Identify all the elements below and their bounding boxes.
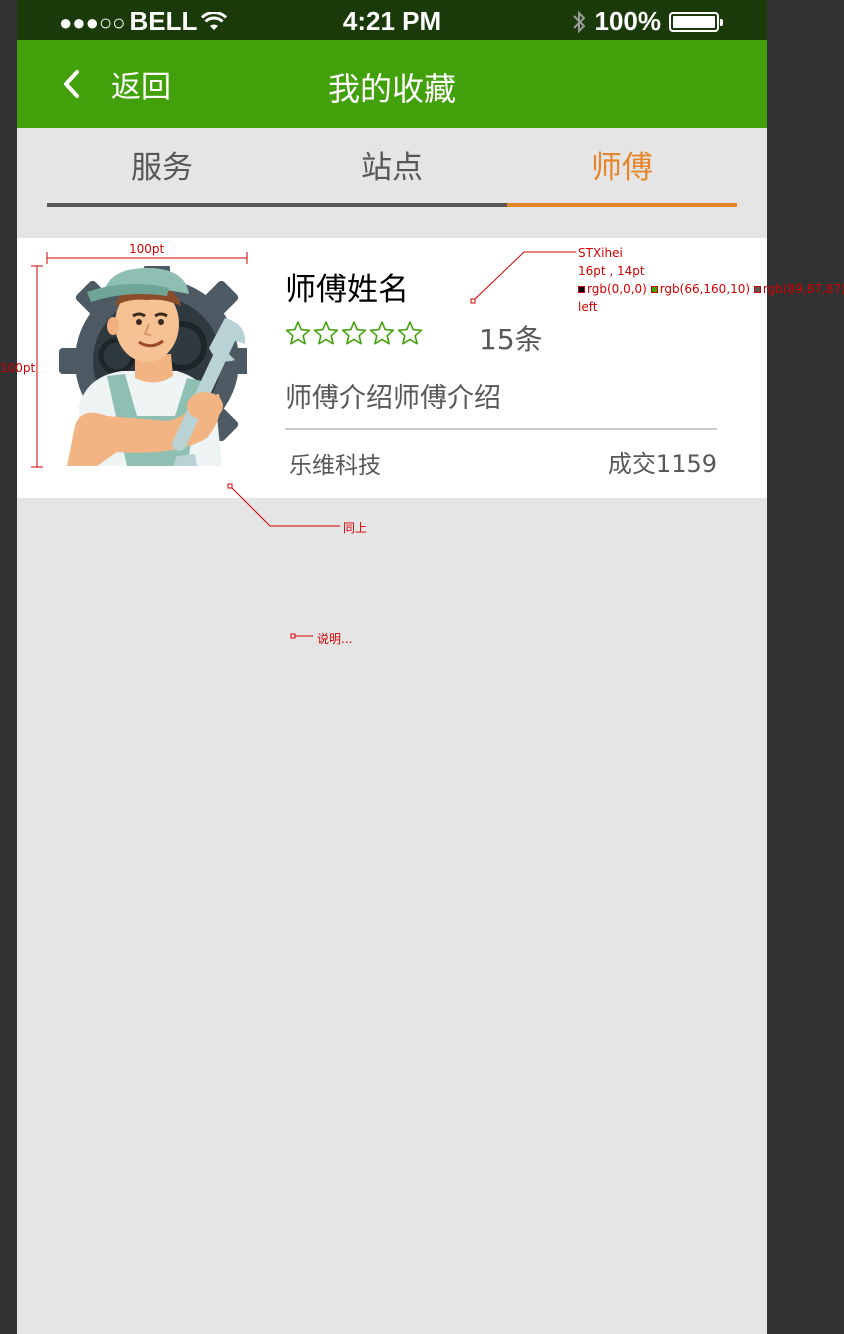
bluetooth-icon: [572, 10, 585, 33]
tab-underline: [47, 203, 507, 207]
font-annotation: STXihei: [578, 246, 623, 260]
company-name: 乐维科技: [289, 453, 381, 479]
same-as-above-annotation: 同上: [343, 521, 368, 535]
status-bar: ●●●○○ BELL 4:21 PM 100%: [17, 0, 767, 40]
star-icon: [369, 321, 395, 345]
tab-stations[interactable]: 站点: [277, 142, 507, 192]
page-title: 我的收藏: [327, 70, 456, 108]
tab-active-indicator: [507, 203, 737, 207]
color-value: rgb(0,0,0): [587, 282, 647, 296]
tab-services[interactable]: 服务: [47, 142, 277, 192]
master-name: 师傅姓名: [285, 272, 409, 308]
master-card[interactable]: 师傅姓名 15条 师傅介绍师傅介绍 乐维科技 成交1159: [17, 238, 767, 498]
width-annotation: 100pt: [129, 242, 165, 256]
deal-count: 成交1159: [607, 450, 717, 478]
color-swatch: [578, 286, 585, 293]
note-annotation: 说明...: [317, 632, 353, 646]
color-value: rgb(89,87,87): [762, 282, 844, 296]
align-annotation: left: [578, 300, 598, 314]
color-swatch: [753, 286, 761, 293]
nav-bar: 返回 我的收藏: [17, 40, 767, 128]
tab-masters[interactable]: 师傅: [507, 142, 737, 192]
battery-icon: [669, 11, 723, 32]
star-icon: [397, 321, 423, 345]
star-icon: [313, 321, 339, 345]
star-icon: [285, 321, 311, 345]
color-value: rgb(66,160,10): [659, 282, 751, 296]
phone-screen: ●●●○○ BELL 4:21 PM 100% 返回 我的收藏 服务 站点 师傅…: [17, 0, 767, 1334]
master-avatar: [47, 266, 247, 466]
color-swatch: [650, 286, 658, 293]
rating-stars: [285, 320, 423, 346]
divider: [285, 428, 717, 430]
size-annotation: 16pt , 14pt: [578, 264, 645, 278]
master-intro: 师傅介绍师傅介绍: [285, 383, 501, 414]
color-annotation: rgb(0,0,0) rgb(66,160,10) rgb(89,87,87): [578, 280, 844, 298]
height-annotation: 100pt: [0, 361, 36, 375]
tab-bar: 服务 站点 师傅: [17, 128, 767, 224]
star-icon: [341, 321, 367, 345]
battery-percent: 100%: [594, 6, 662, 36]
review-count: 15条: [479, 323, 543, 356]
